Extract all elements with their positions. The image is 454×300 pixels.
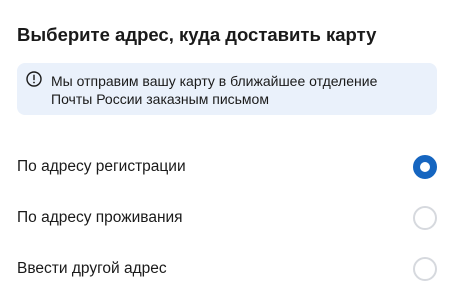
info-text: Мы отправим вашу карту в ближайшее отдел…	[51, 72, 431, 108]
option-other-address[interactable]: Ввести другой адрес	[0, 247, 454, 291]
page-title: Выберите адрес, куда доставить карту	[17, 24, 377, 45]
option-residence-address[interactable]: По адресу проживания	[0, 196, 454, 240]
radio-button[interactable]	[413, 257, 437, 281]
info-circle-icon	[26, 71, 42, 87]
info-text-line-2: Почты России заказным письмом	[51, 91, 269, 107]
option-label: По адресу регистрации	[17, 158, 186, 175]
option-label: По адресу проживания	[17, 209, 183, 226]
info-banner: Мы отправим вашу карту в ближайшее отдел…	[17, 63, 437, 115]
option-label: Ввести другой адрес	[17, 260, 167, 277]
radio-button-selected[interactable]	[413, 155, 437, 179]
option-registration-address[interactable]: По адресу регистрации	[0, 145, 454, 189]
info-text-line-1: Мы отправим вашу карту в ближайшее отдел…	[51, 73, 378, 89]
radio-button[interactable]	[413, 206, 437, 230]
